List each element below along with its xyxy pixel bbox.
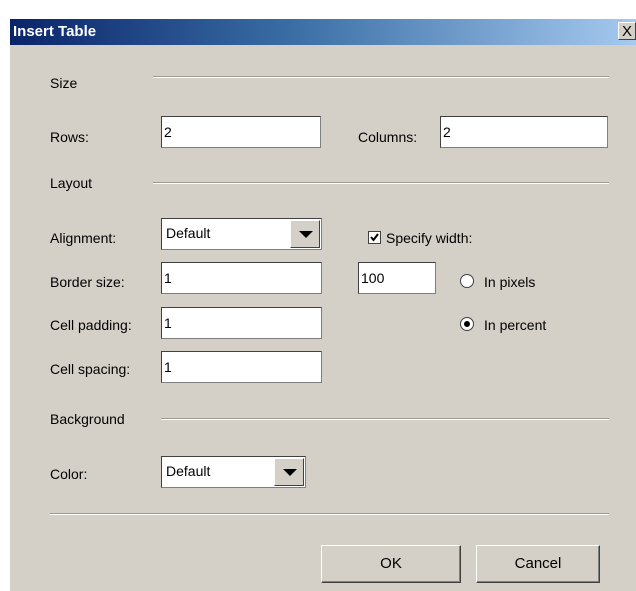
color-label: Color: xyxy=(50,466,88,482)
ok-button[interactable]: OK xyxy=(321,545,461,583)
specify-width-checkbox[interactable] xyxy=(368,231,381,244)
close-button[interactable]: X xyxy=(618,22,636,40)
background-heading: Background xyxy=(50,411,125,427)
color-dropdown-button[interactable] xyxy=(274,458,304,486)
insert-table-dialog: Insert Table X Size Rows: 2 Columns: 2 L… xyxy=(9,19,636,591)
alignment-label: Alignment: xyxy=(50,230,117,246)
alignment-select[interactable]: Default xyxy=(161,218,322,250)
border-size-input[interactable]: 1 xyxy=(161,262,322,294)
layout-heading: Layout xyxy=(50,175,93,191)
cell-padding-label: Cell padding: xyxy=(50,317,132,333)
chevron-down-icon xyxy=(283,469,297,476)
title-bar[interactable]: Insert Table X xyxy=(10,19,636,45)
cell-spacing-label: Cell spacing: xyxy=(50,361,131,377)
cell-padding-input[interactable]: 1 xyxy=(161,307,322,339)
cancel-button[interactable]: Cancel xyxy=(476,545,600,583)
color-value: Default xyxy=(166,463,211,479)
size-separator xyxy=(153,76,609,78)
cell-spacing-input[interactable]: 1 xyxy=(161,351,322,383)
dialog-title: Insert Table xyxy=(13,23,97,40)
alignment-value: Default xyxy=(166,225,211,241)
width-input[interactable]: 100 xyxy=(358,262,436,294)
alignment-dropdown-button[interactable] xyxy=(290,220,320,248)
footer-separator xyxy=(50,513,609,515)
chevron-down-icon xyxy=(299,231,313,238)
layout-separator xyxy=(153,182,609,184)
columns-input[interactable]: 2 xyxy=(440,116,608,148)
specify-width-label: Specify width: xyxy=(386,230,473,246)
in-pixels-radio[interactable] xyxy=(460,274,474,288)
rows-label: Rows: xyxy=(50,129,89,145)
columns-label: Columns: xyxy=(358,129,418,145)
radio-dot-icon xyxy=(464,321,470,327)
in-pixels-label: In pixels xyxy=(484,274,536,290)
checkmark-icon xyxy=(370,233,379,242)
in-percent-radio[interactable] xyxy=(460,317,474,331)
close-icon: X xyxy=(621,23,632,40)
size-heading: Size xyxy=(50,75,78,91)
border-size-label: Border size: xyxy=(50,274,125,290)
rows-input[interactable]: 2 xyxy=(161,116,321,148)
color-select[interactable]: Default xyxy=(161,456,306,488)
in-percent-label: In percent xyxy=(484,317,547,333)
background-separator xyxy=(161,418,609,420)
